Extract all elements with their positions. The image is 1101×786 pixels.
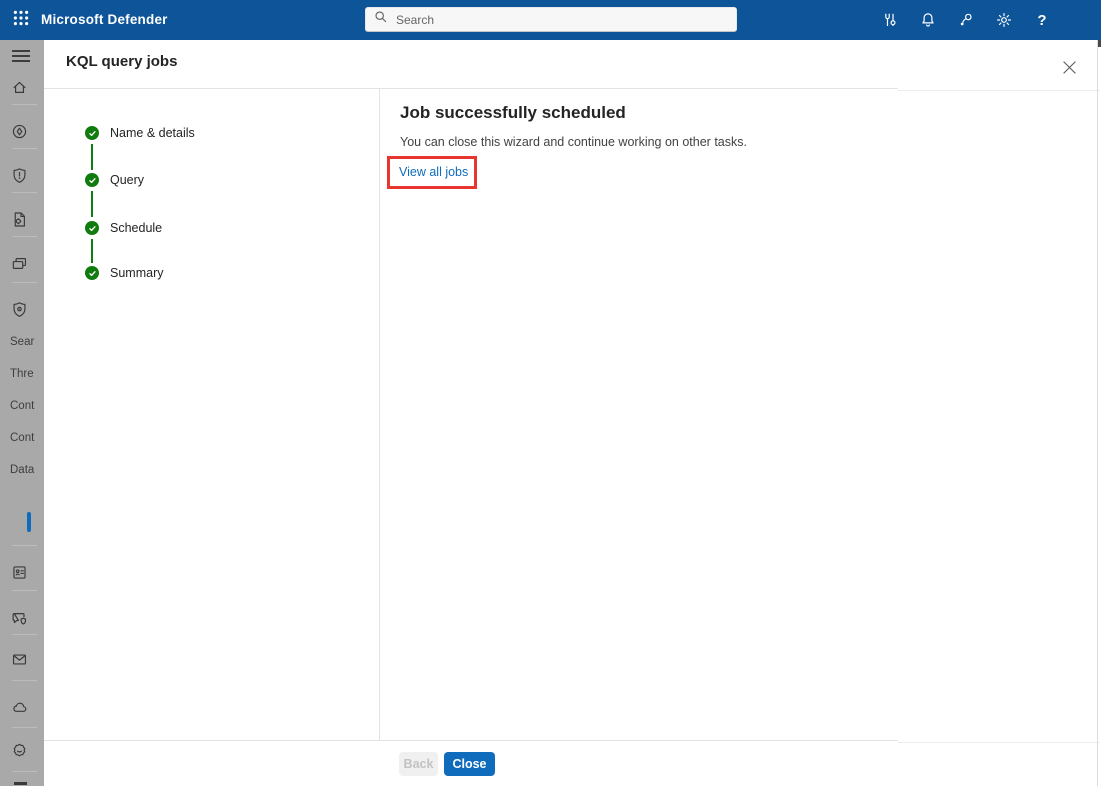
success-message: You can close this wizard and continue w… (400, 135, 747, 149)
content-divider (379, 89, 380, 740)
step-complete-icon (85, 266, 99, 280)
app-launcher-button[interactable] (8, 8, 34, 32)
divider (12, 236, 37, 237)
incidents-icon (11, 123, 28, 140)
sidebar-item-reports[interactable] (0, 205, 44, 233)
sidebar-item-policies[interactable] (0, 295, 44, 323)
nav-selection-indicator (27, 512, 31, 532)
header-border-secondary (898, 90, 1100, 91)
divider (12, 282, 37, 283)
kql-query-jobs-dialog: KQL query jobs Name & details Query Sche… (44, 40, 1101, 786)
cloud-icon (11, 699, 28, 716)
search-input[interactable]: Search (365, 7, 737, 32)
help-button[interactable]: ? (1023, 0, 1061, 40)
policy-shield-icon (11, 301, 28, 318)
sidebar-item-home[interactable] (0, 73, 44, 101)
divider (12, 104, 37, 105)
back-button[interactable]: Back (399, 752, 438, 776)
chat-shield-icon (11, 610, 28, 627)
left-nav-dimmed: Sear Thre Cont Cont Data (0, 40, 44, 786)
feedback-icon (958, 12, 974, 28)
sidebar-item-cloud-apps[interactable] (0, 693, 44, 721)
footer-border (44, 740, 898, 741)
divider (12, 545, 37, 546)
home-icon (11, 79, 28, 96)
close-button[interactable]: Close (444, 752, 495, 776)
menu-icon (11, 48, 31, 64)
sidebar-item-actions[interactable] (0, 161, 44, 189)
sidebar-item-defender-portal[interactable] (0, 736, 44, 764)
defender-badge-icon (11, 742, 28, 759)
dialog-right-edge (1097, 40, 1098, 786)
notifications-icon (920, 12, 936, 28)
divider (12, 148, 37, 149)
sidebar-item-email[interactable] (0, 645, 44, 673)
topbar: Microsoft Defender Search ? (0, 0, 1101, 40)
search-placeholder: Search (396, 12, 435, 27)
step-label: Summary (110, 266, 164, 280)
step-connector (91, 239, 93, 263)
step-connector (91, 144, 93, 170)
footer-border-secondary (898, 742, 1100, 743)
sidebar-item-devices[interactable] (0, 249, 44, 277)
wizard-step-summary[interactable]: Summary (44, 266, 344, 280)
actions-shield-icon (11, 167, 28, 184)
settings-button[interactable] (985, 0, 1023, 40)
waffle-icon (12, 9, 30, 32)
dialog-title: KQL query jobs (66, 53, 178, 70)
report-icon (11, 211, 28, 228)
step-complete-icon (85, 173, 99, 187)
step-connector (91, 191, 93, 217)
step-label: Name & details (110, 126, 195, 140)
divider (12, 727, 37, 728)
wizard-step-query[interactable]: Query (44, 173, 344, 187)
close-icon (1062, 60, 1077, 80)
sidebar-item-incidents[interactable] (0, 117, 44, 145)
tools-button[interactable] (871, 0, 909, 40)
step-complete-icon (85, 126, 99, 140)
header-border (44, 88, 898, 89)
email-icon (11, 651, 28, 668)
partial-icon (14, 782, 27, 785)
nav-collapse-button[interactable] (0, 42, 44, 70)
identity-card-icon (11, 564, 28, 581)
view-all-jobs-link[interactable]: View all jobs (399, 165, 468, 179)
divider (12, 634, 37, 635)
search-icon (374, 10, 388, 29)
sidebar-item-identities[interactable] (0, 558, 44, 586)
success-heading: Job successfully scheduled (400, 103, 626, 122)
help-icon: ? (1037, 11, 1047, 29)
divider (12, 192, 37, 193)
step-complete-icon (85, 221, 99, 235)
divider (12, 771, 37, 772)
sidebar-item-collaboration[interactable] (0, 604, 44, 632)
settings-icon (996, 12, 1012, 28)
divider (12, 680, 37, 681)
app-title: Microsoft Defender (41, 12, 168, 27)
notifications-button[interactable] (909, 0, 947, 40)
topbar-actions: ? (871, 0, 1061, 40)
wizard-step-schedule[interactable]: Schedule (44, 221, 344, 235)
feedback-button[interactable] (947, 0, 985, 40)
wizard-step-name-details[interactable]: Name & details (44, 126, 344, 140)
divider (12, 590, 37, 591)
devices-icon (11, 255, 28, 272)
step-label: Query (110, 173, 145, 187)
tools-icon (882, 12, 898, 28)
step-label: Schedule (110, 221, 163, 235)
dialog-close-button[interactable] (1060, 61, 1078, 79)
